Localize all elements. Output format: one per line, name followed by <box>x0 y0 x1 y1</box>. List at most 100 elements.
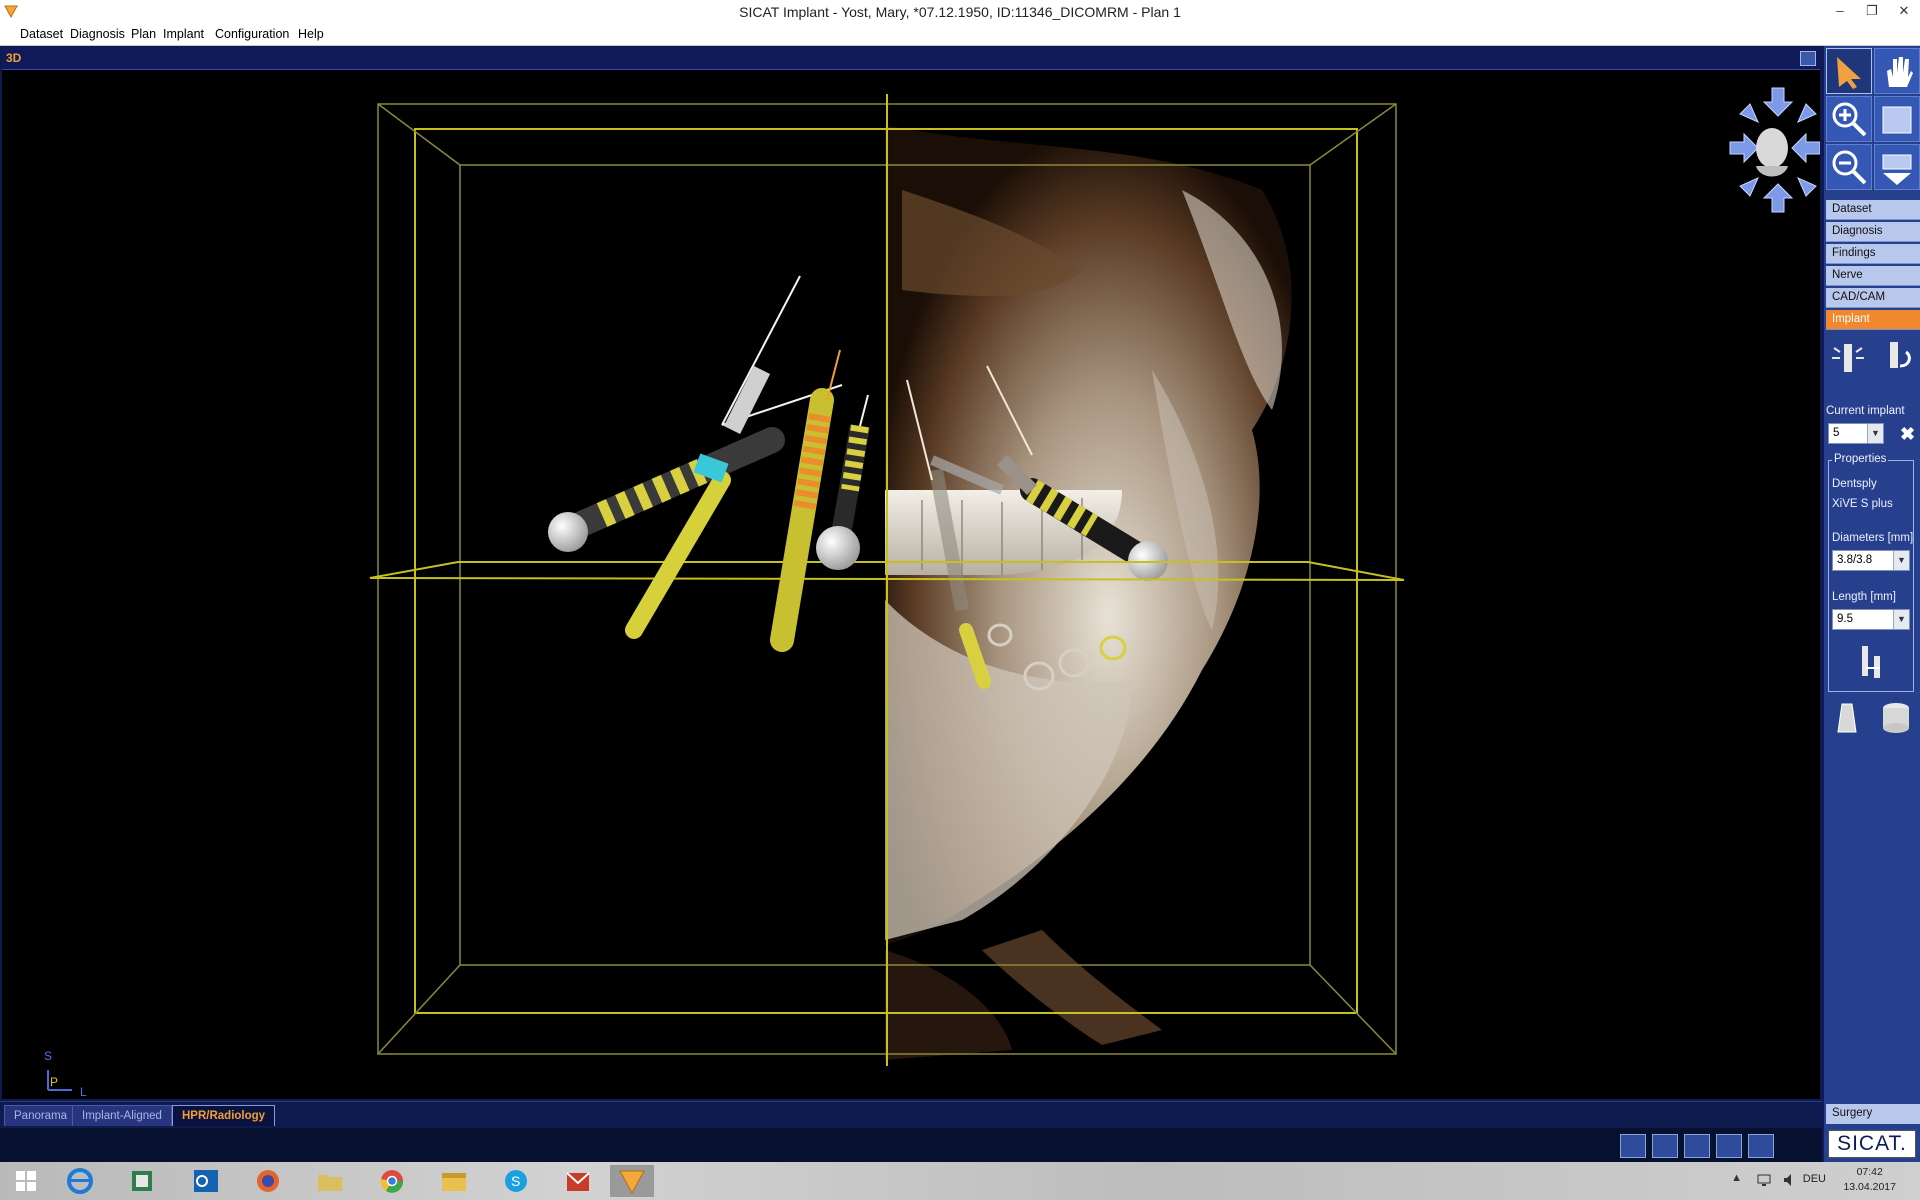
zoom-in-button[interactable] <box>1826 96 1872 142</box>
nav-findings[interactable]: Findings <box>1826 244 1920 264</box>
zoom-out-icon <box>1832 150 1867 185</box>
windows-taskbar: S ▲ DEU 07:42 13.04.2017 <box>0 1162 1920 1200</box>
zoom-in-icon <box>1832 102 1867 137</box>
volume-icon[interactable] <box>1782 1172 1798 1188</box>
orientation-head-widget[interactable] <box>1729 87 1820 213</box>
mail-app-icon[interactable] <box>556 1165 600 1197</box>
implant-rotate-icon <box>1890 342 1911 368</box>
tab-implant-aligned[interactable]: Implant-Aligned <box>72 1105 172 1126</box>
close-button[interactable]: ✕ <box>1888 0 1920 24</box>
pan-tool-button[interactable] <box>1874 48 1920 94</box>
implant-system-label: XiVE S plus <box>1832 498 1893 510</box>
sleeve-icon <box>1837 703 1857 733</box>
axis-label-l: L <box>80 1085 87 1099</box>
outlook-icon[interactable] <box>184 1165 228 1197</box>
delete-implant-icon[interactable]: ✖ <box>1900 424 1915 445</box>
hand-icon <box>1887 57 1913 87</box>
view-tool-3-icon[interactable] <box>1684 1134 1710 1158</box>
clock-date: 13.04.2017 <box>1843 1181 1896 1193</box>
maximize-view-button[interactable] <box>1800 51 1816 66</box>
menu-implant[interactable]: Implant <box>163 27 204 41</box>
viewport-header: 3D <box>2 48 1820 70</box>
nav-diagnosis[interactable]: Diagnosis <box>1826 222 1920 242</box>
restore-button[interactable]: ❐ <box>1856 0 1888 24</box>
view-tool-5-icon[interactable] <box>1748 1134 1774 1158</box>
nav-dataset[interactable]: Dataset <box>1826 200 1920 220</box>
tab-panorama[interactable]: Panorama <box>4 1105 78 1126</box>
firefox-icon[interactable] <box>246 1165 290 1197</box>
current-implant-label: Current implant <box>1826 405 1905 417</box>
sicat-logo: SICAT. <box>1828 1130 1916 1158</box>
orientation-axes: S P L <box>44 1049 87 1099</box>
pointer-tool-button[interactable] <box>1826 48 1872 94</box>
view-tabs: Panorama Implant-Aligned HPR/Radiology <box>0 1101 1822 1128</box>
view-bottom-button[interactable] <box>1874 144 1920 190</box>
implant-length-button[interactable] <box>1848 640 1894 686</box>
sicat-implant-window: SICAT Implant - Yost, Mary, *07.12.1950,… <box>0 0 1920 1200</box>
box-view-icon <box>1882 106 1912 134</box>
add-implant-button[interactable] <box>1826 336 1872 382</box>
view-tool-2-icon[interactable] <box>1652 1134 1678 1158</box>
window-title: SICAT Implant - Yost, Mary, *07.12.1950,… <box>739 4 1181 20</box>
chevron-down-icon: ▼ <box>1893 551 1909 570</box>
tray-expand-icon[interactable]: ▲ <box>1731 1172 1742 1184</box>
diameters-label: Diameters [mm] <box>1832 532 1914 544</box>
menu-diagnosis[interactable]: Diagnosis <box>70 27 125 41</box>
planned-implants <box>548 275 870 652</box>
properties-label: Properties <box>1832 453 1889 465</box>
menu-configuration[interactable]: Configuration <box>215 27 289 41</box>
cylinder-button[interactable] <box>1874 696 1920 742</box>
view-top-button[interactable] <box>1874 96 1920 142</box>
windows-start-icon[interactable] <box>4 1165 48 1197</box>
skype-icon[interactable]: S <box>494 1165 538 1197</box>
nav-implant[interactable]: Implant <box>1826 310 1920 330</box>
axis-label-s: S <box>44 1049 52 1063</box>
menu-help[interactable]: Help <box>298 27 324 41</box>
sicat-taskbar-icon[interactable] <box>610 1165 654 1197</box>
network-icon[interactable] <box>1756 1172 1772 1188</box>
menu-bar: Dataset Diagnosis Plan Implant Configura… <box>0 24 1920 46</box>
nav-surgery[interactable]: Surgery <box>1826 1104 1920 1124</box>
menu-plan[interactable]: Plan <box>131 27 156 41</box>
view-tool-4-icon[interactable] <box>1716 1134 1742 1158</box>
chevron-down-icon: ▼ <box>1867 424 1883 443</box>
view-label: 3D <box>6 51 22 65</box>
chrome-icon[interactable] <box>370 1165 414 1197</box>
implant-add-icon <box>1832 344 1864 372</box>
nav-nerve[interactable]: Nerve <box>1826 266 1920 286</box>
3d-scene[interactable]: S P L <box>2 70 1820 1100</box>
chevron-down-icon: ▼ <box>1893 610 1909 629</box>
length-label: Length [mm] <box>1832 591 1896 603</box>
title-bar: SICAT Implant - Yost, Mary, *07.12.1950,… <box>0 0 1920 24</box>
folder-app-icon[interactable] <box>308 1165 352 1197</box>
skull-volume-rendering <box>885 125 1292 1060</box>
menu-dataset[interactable]: Dataset <box>20 27 63 41</box>
view-tool-1-icon[interactable] <box>1620 1134 1646 1158</box>
presentation-app-icon[interactable] <box>120 1165 164 1197</box>
internet-explorer-icon[interactable] <box>58 1165 102 1197</box>
right-tool-panel: Dataset Diagnosis Findings Nerve CAD/CAM… <box>1822 46 1920 1162</box>
cylinder-icon <box>1883 703 1909 733</box>
input-language[interactable]: DEU <box>1803 1173 1826 1185</box>
manufacturer-label: Dentsply <box>1832 478 1877 490</box>
file-explorer-icon[interactable] <box>432 1165 476 1197</box>
current-implant-select[interactable]: 5 ▼ <box>1828 423 1884 444</box>
view-toolbar <box>0 1128 1822 1162</box>
axis-label-p: P <box>50 1075 58 1089</box>
length-select[interactable]: 9.5 ▼ <box>1832 609 1910 630</box>
zoom-out-button[interactable] <box>1826 144 1872 190</box>
clock-time: 07:42 <box>1856 1166 1883 1178</box>
tab-hpr-radiology[interactable]: HPR/Radiology <box>172 1105 276 1126</box>
implant-length-icon <box>1862 646 1880 678</box>
3d-viewport[interactable]: 3D S P L <box>0 46 1822 1101</box>
nav-cad-cam[interactable]: CAD/CAM <box>1826 288 1920 308</box>
implant-rotate-button[interactable] <box>1874 336 1920 382</box>
svg-text:S: S <box>511 1173 520 1189</box>
tray-down-icon <box>1882 154 1912 185</box>
sleeve-button[interactable] <box>1826 696 1872 742</box>
current-implant-value: 5 <box>1833 427 1840 439</box>
system-clock[interactable]: 07:42 13.04.2017 <box>1843 1165 1896 1195</box>
arrow-cursor-icon <box>1837 57 1861 89</box>
minimize-button[interactable]: – <box>1824 0 1856 24</box>
diameters-select[interactable]: 3.8/3.8 ▼ <box>1832 550 1910 571</box>
